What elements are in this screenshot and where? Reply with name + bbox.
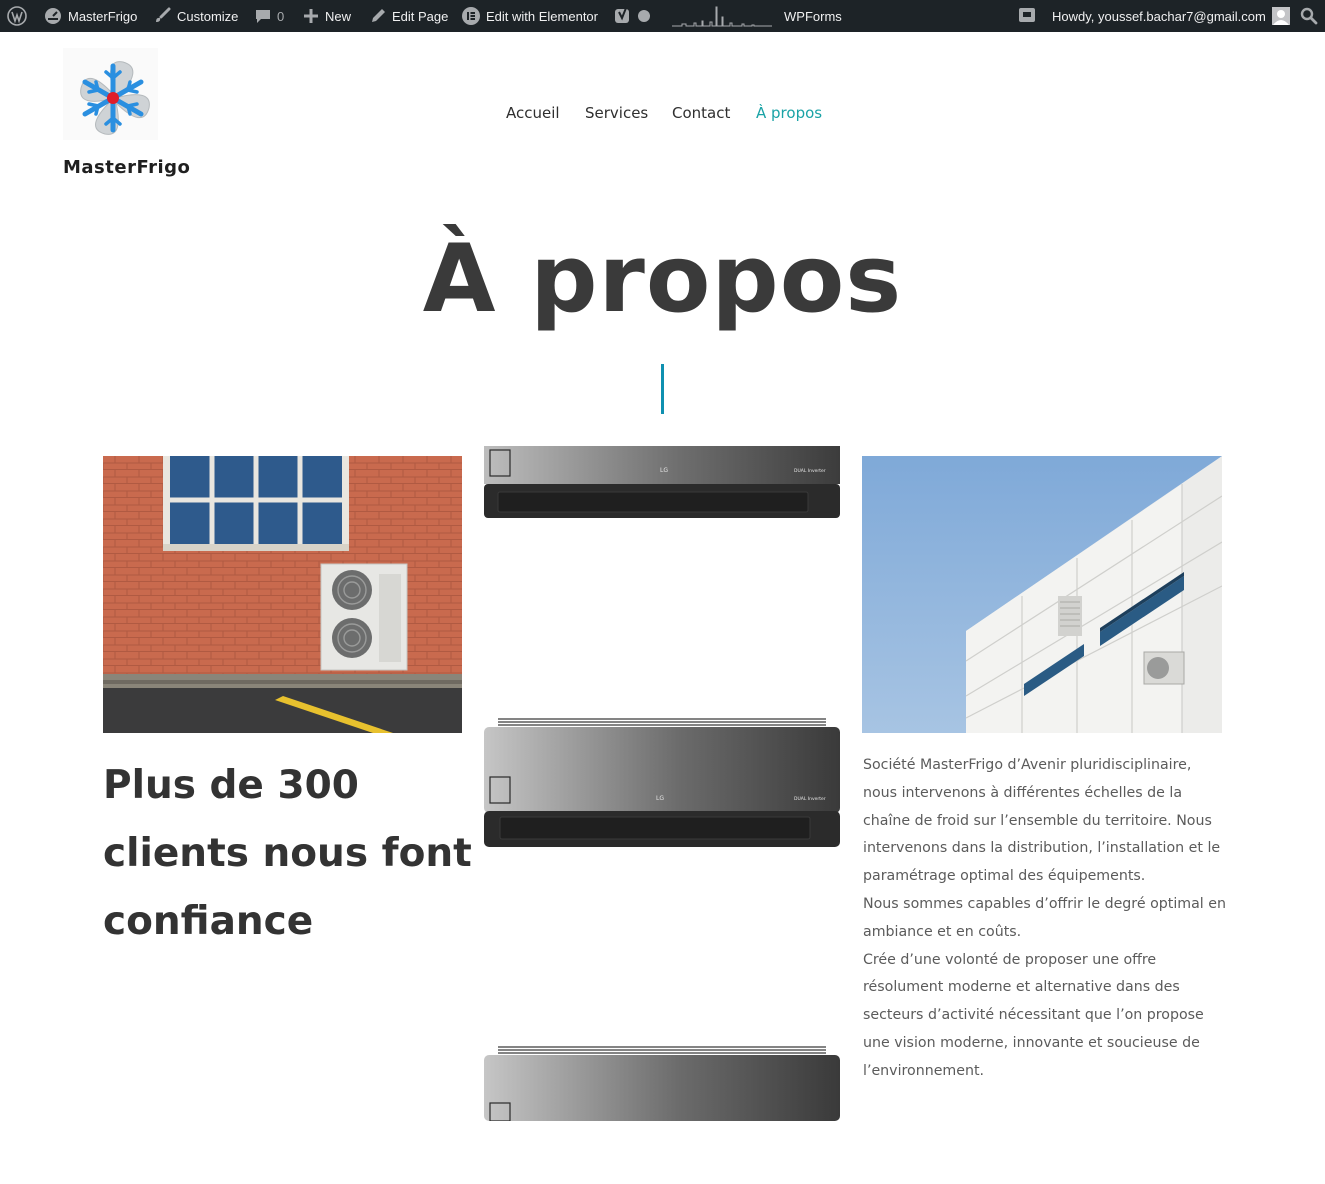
page-title: À propos bbox=[422, 225, 903, 334]
site-logo[interactable] bbox=[63, 48, 158, 140]
wp-admin-bar: MasterFrigo Customize 0 New Edit Page Ed… bbox=[0, 0, 1325, 32]
customize-label: Customize bbox=[177, 8, 239, 24]
yoast-seo-button[interactable] bbox=[614, 0, 650, 32]
brick-wall-ac-photo bbox=[103, 456, 462, 733]
ac-model-label-2: DUAL Inverter bbox=[794, 796, 826, 802]
elementor-icon bbox=[462, 7, 480, 25]
edit-page-label: Edit Page bbox=[392, 8, 449, 24]
building-ac-photo bbox=[862, 456, 1222, 733]
new-content-button[interactable]: New bbox=[303, 0, 351, 32]
stats-sparkline[interactable] bbox=[672, 0, 772, 32]
wpforms-label: WPForms bbox=[784, 8, 842, 24]
about-paragraph-2: Nous sommes capables d’offrir le degré o… bbox=[863, 895, 1226, 940]
about-paragraph-1: Société MasterFrigo d’Avenir pluridiscip… bbox=[863, 757, 1221, 885]
nav-item-contact[interactable]: Contact bbox=[672, 104, 730, 122]
notifications-button[interactable] bbox=[1018, 0, 1036, 32]
pencil-icon bbox=[370, 8, 386, 24]
yoast-icon bbox=[614, 7, 632, 25]
search-icon bbox=[1300, 7, 1318, 25]
site-title[interactable]: MasterFrigo bbox=[63, 157, 190, 178]
paintbrush-icon bbox=[153, 7, 171, 25]
dashboard-icon bbox=[44, 7, 62, 25]
ac-brand-label-1: LG bbox=[660, 467, 668, 474]
headline-line-2: clients nous font bbox=[103, 831, 472, 876]
comment-icon bbox=[255, 8, 271, 24]
title-divider bbox=[661, 364, 664, 414]
clients-headline: Plus de 300 clients nous font confiance bbox=[103, 752, 473, 956]
headline-line-1: Plus de 300 bbox=[103, 763, 359, 808]
lg-ac-unit-photo-3 bbox=[484, 1045, 840, 1121]
wordpress-icon bbox=[7, 6, 27, 26]
edit-page-button[interactable]: Edit Page bbox=[370, 0, 448, 32]
plus-icon bbox=[303, 8, 319, 24]
site-name-menu[interactable]: MasterFrigo bbox=[44, 0, 137, 32]
comments-count: 0 bbox=[277, 8, 285, 24]
comments-button[interactable]: 0 bbox=[255, 0, 284, 32]
ac-model-label-1: DUAL Inverter bbox=[794, 468, 826, 474]
lg-ac-unit-photo-1: LG DUAL Inverter bbox=[484, 446, 840, 522]
search-button[interactable] bbox=[1300, 0, 1318, 32]
about-paragraph-3: Crée d’une volonté de proposer une offre… bbox=[863, 951, 1204, 1079]
seo-status-dot bbox=[638, 10, 650, 22]
nav-item-accueil[interactable]: Accueil bbox=[506, 104, 560, 122]
about-description: Société MasterFrigo d’Avenir pluridiscip… bbox=[863, 752, 1228, 1086]
wpforms-menu[interactable]: WPForms bbox=[784, 0, 842, 32]
nav-item-services[interactable]: Services bbox=[585, 104, 648, 122]
my-account-menu[interactable]: Howdy, youssef.bachar7@gmail.com bbox=[1052, 0, 1290, 32]
edit-elementor-button[interactable]: Edit with Elementor bbox=[462, 0, 598, 32]
howdy-label: Howdy, youssef.bachar7@gmail.com bbox=[1052, 8, 1266, 24]
avatar bbox=[1271, 7, 1290, 25]
site-name-label: MasterFrigo bbox=[68, 8, 138, 24]
notification-icon bbox=[1018, 7, 1036, 25]
nav-item-a-propos[interactable]: À propos bbox=[756, 104, 822, 122]
wordpress-logo-button[interactable] bbox=[7, 0, 27, 32]
sparkline-icon bbox=[672, 6, 772, 27]
customize-button[interactable]: Customize bbox=[153, 0, 238, 32]
new-label: New bbox=[325, 8, 352, 24]
lg-ac-unit-photo-2: LG DUAL Inverter bbox=[484, 717, 840, 849]
headline-line-3: confiance bbox=[103, 899, 314, 944]
ac-brand-label-2: LG bbox=[656, 795, 664, 802]
edit-elementor-label: Edit with Elementor bbox=[486, 8, 598, 24]
